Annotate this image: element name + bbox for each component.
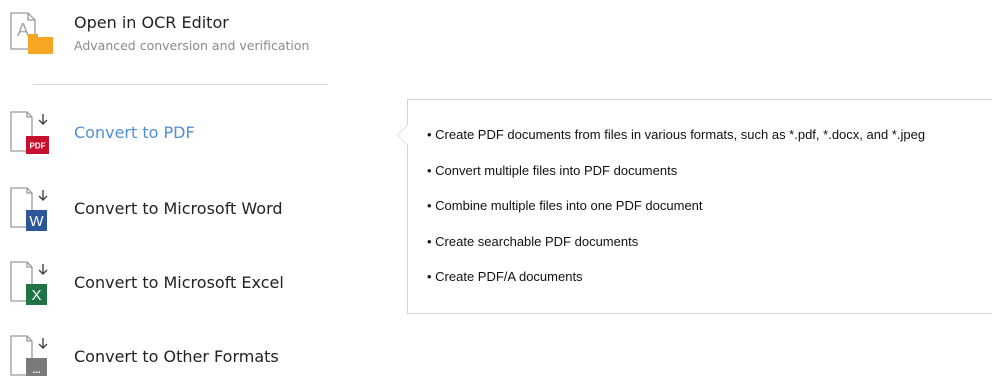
svg-text:PDF: PDF (30, 142, 46, 151)
pdf-tooltip: • Create PDF documents from files in var… (397, 99, 992, 314)
tooltip-item: • Create PDF documents from files in var… (427, 127, 926, 142)
svg-text:...: ... (32, 365, 41, 376)
convert-to-pdf-label: Convert to PDF (74, 123, 195, 142)
tooltip-item: • Create searchable PDF documents (427, 233, 639, 249)
open-in-ocr-editor-item[interactable]: A Open in OCR Editor Advanced conversion… (8, 10, 338, 58)
ocr-editor-icon: A (10, 12, 53, 54)
convert-panel: A Open in OCR Editor Advanced conversion… (0, 0, 992, 376)
convert-to-other-formats-item[interactable]: ... Convert to Other Formats (8, 335, 338, 376)
svg-text:A: A (17, 20, 29, 40)
excel-doc-icon: X (10, 261, 48, 305)
tooltip-item: • Create PDF/A documents (427, 269, 583, 284)
convert-to-word-item[interactable]: W Convert to Microsoft Word (8, 187, 338, 233)
svg-text:W: W (29, 213, 44, 230)
section-divider (33, 84, 328, 85)
tooltip-item: • Combine multiple files into one PDF do… (427, 198, 703, 213)
word-doc-icon: W (10, 187, 48, 231)
svg-text:X: X (31, 287, 41, 304)
other-doc-icon: ... (10, 335, 48, 376)
convert-to-excel-label: Convert to Microsoft Excel (74, 273, 284, 292)
pdf-doc-icon: PDF (10, 111, 49, 154)
ocr-item-subtitle: Advanced conversion and verification (74, 38, 310, 53)
convert-to-other-formats-label: Convert to Other Formats (74, 347, 279, 366)
convert-to-pdf-item[interactable]: PDF Convert to PDF (8, 111, 338, 157)
convert-to-word-label: Convert to Microsoft Word (74, 199, 283, 218)
convert-to-excel-item[interactable]: X Convert to Microsoft Excel (8, 261, 338, 307)
tooltip-feature-list: • Create PDF documents from files in var… (427, 127, 925, 305)
tooltip-item: • Convert multiple files into PDF docume… (427, 162, 678, 178)
ocr-item-title: Open in OCR Editor (74, 13, 229, 32)
